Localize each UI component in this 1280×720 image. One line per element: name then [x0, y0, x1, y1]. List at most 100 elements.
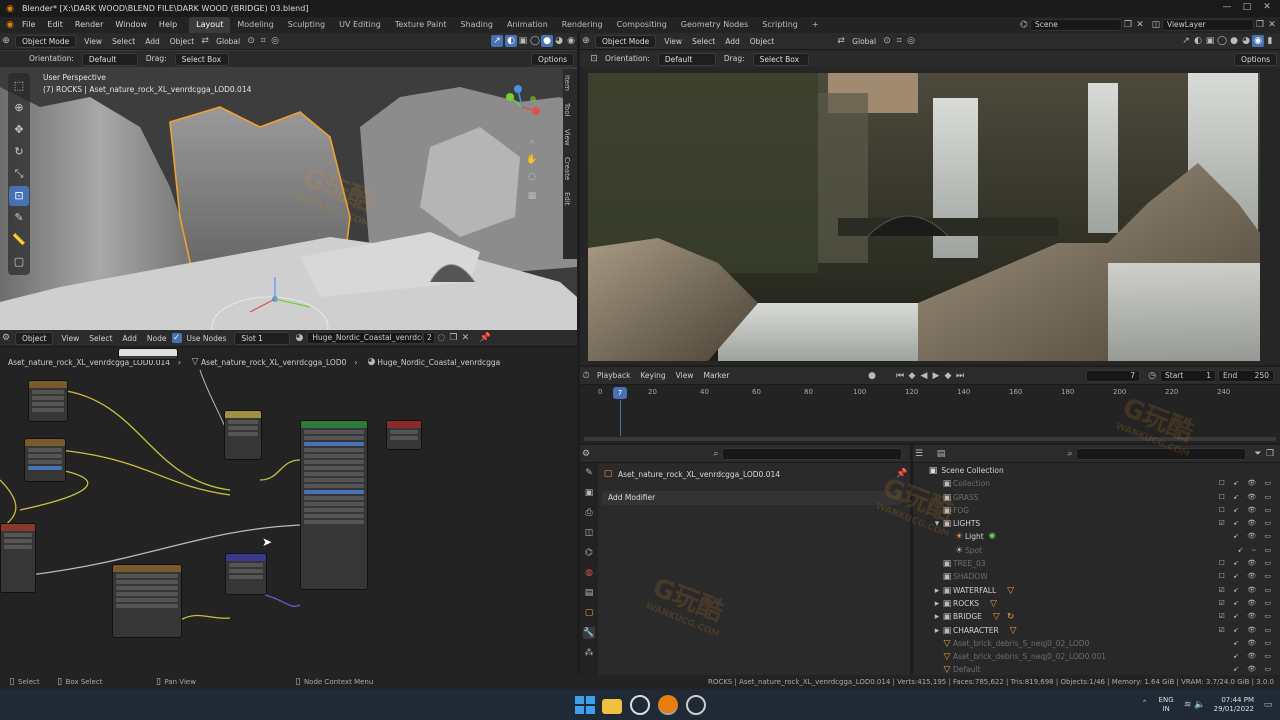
outliner-row[interactable]: ▸ ▣ BRIDGE ▽ ↻ ☑ ➹ 👁 ▭	[913, 610, 1280, 623]
menu-object[interactable]: Object	[745, 33, 779, 50]
menu-help[interactable]: Help	[153, 17, 183, 33]
add-cube-tool-icon[interactable]: ▢	[9, 252, 29, 272]
menu-edit[interactable]: Edit	[41, 17, 69, 33]
jump-end-icon[interactable]: ⏭	[954, 370, 966, 382]
visibility-icons[interactable]: ☐ ➹ 👁 ▭	[1219, 570, 1274, 583]
menu-select[interactable]: Select	[107, 33, 140, 50]
xray-icon[interactable]: ▣	[1204, 35, 1216, 47]
sidebar-tab-view[interactable]: View	[563, 123, 571, 152]
particles-tab-icon[interactable]: ⁂	[583, 647, 595, 659]
viewport-render[interactable]: ⊕ Object Mode View Select Add Object ⇄ G…	[580, 33, 1280, 365]
options-dropdown[interactable]: Options	[1234, 52, 1277, 66]
search-icon[interactable]: ⌕	[710, 448, 722, 460]
sidebar-tab-tool[interactable]: Tool	[563, 97, 571, 123]
modifier-tab-icon[interactable]: 🔧	[583, 627, 595, 639]
visibility-icons[interactable]: ☑ ➹ 👁 ▭	[1219, 610, 1274, 623]
texture-node[interactable]	[0, 523, 36, 593]
gizmo-toggle-icon[interactable]: ↗	[491, 35, 503, 47]
tab-compositing[interactable]: Compositing	[610, 17, 674, 33]
proportional-icon[interactable]: ◎	[269, 35, 281, 47]
zoom-icon[interactable]: ⌕	[526, 136, 538, 148]
outliner-row[interactable]: ▸ ▣ WATERFALL ▽ ☑ ➹ 👁 ▭	[913, 584, 1280, 597]
use-nodes-checkbox-icon[interactable]: ✓	[171, 333, 182, 343]
pivot-icon[interactable]: ⊙	[881, 35, 893, 47]
shading-rendered-icon[interactable]: ◉	[1252, 35, 1264, 47]
outliner-row[interactable]: ▽ Aset_brick_debris_S_neqj0_02_LOD0 ➹ 👁 ▭	[913, 637, 1280, 650]
tab-rendering[interactable]: Rendering	[555, 17, 610, 33]
snap-icon[interactable]: ⌗	[257, 35, 269, 47]
menu-window[interactable]: Window	[109, 17, 153, 33]
menu-render[interactable]: Render	[69, 17, 109, 33]
blender-app-icon[interactable]	[658, 694, 678, 715]
editor-type-icon[interactable]: ⏱	[580, 370, 592, 382]
menu-keying[interactable]: Keying	[635, 367, 670, 384]
new-collection-icon[interactable]: ❐	[1264, 448, 1276, 460]
gizmo-toggle-icon[interactable]: ↗	[1180, 35, 1192, 47]
visibility-icons[interactable]: ☑ ➹ 👁 ▭	[1219, 597, 1274, 610]
windows-start-icon[interactable]	[574, 695, 595, 715]
render-tab-icon[interactable]: ▣	[583, 487, 595, 499]
orientation-dropdown[interactable]: Default	[81, 52, 138, 66]
outliner-row[interactable]: ▸ ▣ CHARACTER ▽ ☑ ➹ 👁 ▭	[913, 624, 1280, 637]
visibility-icons[interactable]: ☐ ➹ 👁 ▭	[1219, 491, 1274, 504]
remove-view-layer-icon[interactable]: ✕	[1266, 19, 1278, 31]
file-explorer-icon[interactable]	[602, 698, 622, 714]
visibility-icons[interactable]: ☑ ➹ 👁 ▭	[1219, 584, 1274, 597]
outliner-row[interactable]: ▾ ▣ LIGHTS ☑ ➹ 👁 ▭	[913, 517, 1280, 530]
ortho-toggle-icon[interactable]: ▦	[526, 190, 538, 202]
tab-texture-paint[interactable]: Texture Paint	[388, 17, 454, 33]
shading-solid-icon[interactable]: ●	[541, 35, 553, 47]
visibility-icons[interactable]: ➹ 👁 ▭	[1233, 637, 1274, 650]
start-frame-field[interactable]: Start 1	[1160, 369, 1216, 382]
annotate-tool-icon[interactable]: ✎	[9, 208, 29, 228]
visibility-icons[interactable]: ➹ ⌣ ▭	[1237, 544, 1274, 557]
outliner-row[interactable]: ☀ Spot ➹ ⌣ ▭	[913, 544, 1280, 557]
viewport-3d[interactable]: ⊕ Object Mode View Select Add Object ⇄ G…	[0, 33, 577, 330]
proportional-icon[interactable]: ◎	[905, 35, 917, 47]
prev-keyframe-icon[interactable]: ◆	[906, 370, 918, 382]
outliner-row[interactable]: ▽ Aset_brick_debris_S_neqj0_02_LOD0.001 ➹…	[913, 650, 1280, 663]
sidebar-toggle-icon[interactable]: ▮	[1264, 35, 1276, 47]
record-icon[interactable]: ●	[866, 370, 878, 382]
scene-collection-row[interactable]: ▣ Scene Collection	[913, 464, 1280, 477]
outliner-row[interactable]: ▣ GRASS ☐ ➹ 👁 ▭	[913, 491, 1280, 504]
tool-tab-icon[interactable]: ✎	[583, 467, 595, 479]
maximize-button[interactable]: □	[1240, 2, 1254, 14]
mode-dropdown[interactable]: Object Mode	[15, 34, 77, 48]
visibility-icons[interactable]: ☑ ➹ 👁 ▭	[1219, 624, 1274, 637]
select-tool-icon[interactable]: ⬚	[9, 76, 29, 96]
transform-dropdown[interactable]: Global	[211, 33, 245, 50]
tab-scripting[interactable]: Scripting	[755, 17, 805, 33]
menu-playback[interactable]: Playback	[592, 367, 635, 384]
language-indicator[interactable]: ENG IN	[1159, 696, 1174, 714]
rotate-tool-icon[interactable]: ↻	[9, 142, 29, 162]
expand-chevron-icon[interactable]: ▸	[933, 598, 941, 610]
drag-dropdown[interactable]: Select Box	[174, 52, 229, 66]
menu-marker[interactable]: Marker	[698, 367, 734, 384]
normal-map-node[interactable]	[225, 553, 267, 595]
pan-hand-icon[interactable]: ✋	[526, 154, 538, 166]
new-scene-icon[interactable]: ❐	[1122, 19, 1134, 31]
editor-type-icon[interactable]: ⚙	[580, 448, 592, 460]
shading-material-icon[interactable]: ◕	[553, 35, 565, 47]
view-layer-field[interactable]: ViewLayer	[1162, 19, 1254, 31]
mode-dropdown[interactable]: Object Mode	[595, 34, 657, 48]
filter-icon[interactable]: ⏷	[1252, 448, 1264, 460]
tab-shading[interactable]: Shading	[453, 17, 500, 33]
minimize-button[interactable]: —	[1220, 2, 1234, 14]
breadcrumb-mesh[interactable]: Aset_nature_rock_XL_venrdcgga_LOD0	[201, 358, 346, 367]
close-button[interactable]: ✕	[1260, 2, 1274, 14]
menu-object[interactable]: Object	[165, 33, 199, 50]
wifi-icon[interactable]: ≋	[1182, 699, 1194, 711]
visibility-icons[interactable]: ☐ ➹ 👁 ▭	[1219, 557, 1274, 570]
principled-bsdf-node[interactable]	[300, 420, 368, 590]
output-tab-icon[interactable]: ⎙	[583, 507, 595, 519]
material-output-node[interactable]	[386, 420, 422, 450]
menu-node[interactable]: Node	[142, 330, 172, 347]
measure-tool-icon[interactable]: 📏	[9, 230, 29, 250]
tab-geometry-nodes[interactable]: Geometry Nodes	[674, 17, 755, 33]
outliner-row[interactable]: ▽ Default ➹ 👁 ▭	[913, 663, 1280, 675]
visibility-icons[interactable]: ☑ ➹ 👁 ▭	[1219, 517, 1274, 530]
frame-node[interactable]	[118, 348, 178, 360]
outliner-row[interactable]: ▣ TREE_03 ☐ ➹ 👁 ▭	[913, 557, 1280, 570]
